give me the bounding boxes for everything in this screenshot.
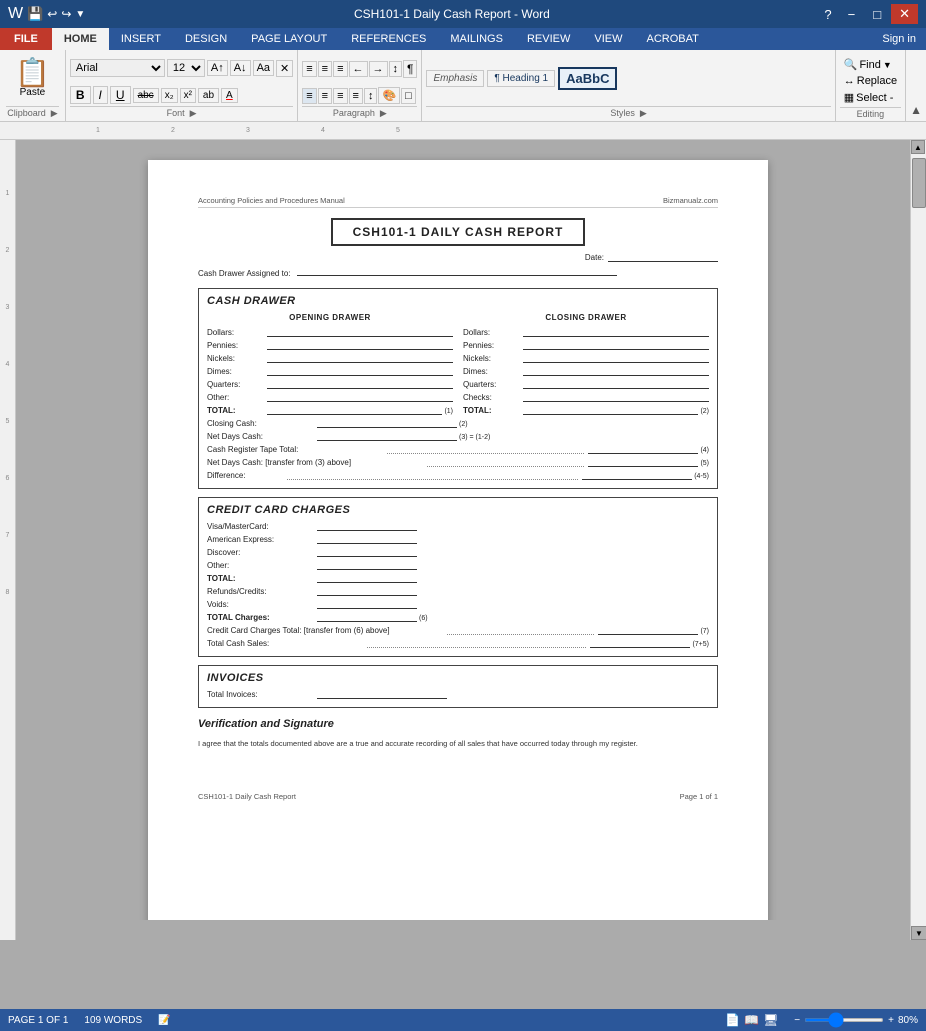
file-tab[interactable]: FILE [0, 28, 52, 50]
credit-card-section: CREDIT CARD CHARGES Visa/MasterCard: Ame… [198, 497, 718, 657]
design-tab[interactable]: DESIGN [173, 28, 239, 50]
minimize-button[interactable]: − [840, 5, 864, 24]
redo-quick[interactable]: ↪ [61, 7, 71, 21]
highlight-btn[interactable]: ab [198, 88, 219, 103]
undo-quick[interactable]: ↩ [47, 7, 57, 21]
align-right-btn[interactable]: ≡ [333, 88, 347, 104]
underline-btn[interactable]: U [110, 86, 131, 104]
zoom-controls: − + 80% [794, 1015, 918, 1026]
paste-button[interactable]: 📋 Paste [6, 55, 59, 102]
review-tab[interactable]: REVIEW [515, 28, 582, 50]
align-center-btn[interactable]: ≡ [318, 88, 332, 104]
help-button[interactable]: ? [818, 5, 837, 24]
change-case-btn[interactable]: Aa [253, 60, 274, 76]
references-tab[interactable]: REFERENCES [339, 28, 438, 50]
sort-btn[interactable]: ↕ [389, 61, 403, 77]
scroll-thumb[interactable] [912, 158, 926, 208]
find-button[interactable]: 🔍 Find ▼ [840, 57, 901, 72]
document-page: Accounting Policies and Procedures Manua… [148, 160, 768, 920]
show-hide-btn[interactable]: ¶ [403, 60, 417, 78]
font-shrink-btn[interactable]: A↓ [230, 60, 251, 76]
italic-btn[interactable]: I [93, 86, 108, 104]
zoom-in-btn[interactable]: + [888, 1015, 894, 1026]
line-spacing-btn[interactable]: ↕ [364, 88, 378, 104]
strikethrough-btn[interactable]: abc [133, 88, 159, 103]
credit-card-title: CREDIT CARD CHARGES [207, 504, 709, 516]
page-footer: CSH101-1 Daily Cash Report Page 1 of 1 [198, 792, 718, 801]
multilevel-btn[interactable]: ≡ [333, 61, 347, 77]
font-size-select[interactable]: 12 [167, 59, 205, 77]
bullets-btn[interactable]: ≡ [302, 61, 316, 77]
shading-btn[interactable]: 🎨 [378, 87, 400, 104]
vertical-scrollbar[interactable]: ▲ ▼ [910, 140, 926, 940]
numbering-btn[interactable]: ≡ [318, 61, 332, 77]
ribbon-collapse-btn[interactable]: ▲ [910, 103, 922, 117]
font-family-select[interactable]: Arial [70, 59, 165, 77]
indent-decrease-btn[interactable]: ← [349, 61, 368, 77]
date-label: Date: [585, 253, 604, 262]
search-icon: 🔍 [844, 58, 858, 71]
read-mode-btn[interactable]: 📖 [744, 1013, 759, 1027]
bold-btn[interactable]: B [70, 86, 91, 104]
style-heading2[interactable]: AaBbC [558, 67, 617, 90]
restore-button[interactable]: □ [865, 5, 889, 24]
view-controls: 📄 📖 🖥 [725, 1013, 778, 1027]
mailings-tab[interactable]: MAILINGS [438, 28, 515, 50]
zoom-level: 80% [898, 1015, 918, 1026]
invoices-title: INVOICES [207, 672, 709, 684]
track-changes-icon[interactable]: 📝 [158, 1015, 170, 1026]
invoices-section: INVOICES Total Invoices: [198, 665, 718, 708]
save-quick[interactable]: 💾 [27, 6, 43, 22]
font-grow-btn[interactable]: A↑ [207, 60, 228, 76]
subscript-btn[interactable]: x₂ [161, 88, 178, 103]
style-heading1[interactable]: ¶ Heading 1 [487, 70, 555, 87]
select-button[interactable]: ▦ Select - [840, 90, 901, 105]
page-layout-tab[interactable]: PAGE LAYOUT [239, 28, 339, 50]
close-button[interactable]: ✕ [891, 4, 918, 24]
borders-btn[interactable]: □ [401, 88, 416, 104]
cash-drawer-section: CASH DRAWER OPENING DRAWER Dollars: Penn… [198, 288, 718, 489]
style-emphasis[interactable]: Emphasis [426, 70, 484, 87]
report-title: CSH101-1 DAILY CASH REPORT [331, 218, 586, 246]
page-info: PAGE 1 OF 1 [8, 1015, 68, 1026]
web-layout-btn[interactable]: 🖥 [763, 1013, 778, 1027]
window-title: CSH101-1 Daily Cash Report - Word [85, 7, 818, 21]
align-left-btn[interactable]: ≡ [302, 88, 316, 104]
text-color-btn[interactable]: A [221, 88, 238, 103]
replace-button[interactable]: ↔ Replace [840, 74, 901, 88]
quick-more[interactable]: ▼ [75, 9, 85, 20]
status-bar: PAGE 1 OF 1 109 WORDS 📝 📄 📖 🖥 − + 80% [0, 1009, 926, 1031]
superscript-btn[interactable]: x² [180, 88, 196, 103]
select-icon: ▦ [844, 91, 854, 104]
verification-title: Verification and Signature [198, 718, 718, 730]
verification-text: I agree that the totals documented above… [198, 738, 718, 750]
home-tab[interactable]: HOME [52, 28, 109, 50]
clear-format-btn[interactable]: ✕ [276, 60, 293, 77]
view-tab[interactable]: VIEW [582, 28, 634, 50]
insert-tab[interactable]: INSERT [109, 28, 173, 50]
replace-icon: ↔ [844, 75, 855, 87]
indent-increase-btn[interactable]: → [369, 61, 388, 77]
page-header: Accounting Policies and Procedures Manua… [198, 196, 718, 208]
vertical-ruler: 12345678 [0, 140, 16, 940]
verification-section: Verification and Signature I agree that … [198, 716, 718, 752]
print-layout-btn[interactable]: 📄 [725, 1013, 740, 1027]
drawer-assigned-label: Cash Drawer Assigned to: [198, 269, 291, 278]
word-icon: W [8, 5, 23, 23]
zoom-slider[interactable] [804, 1018, 884, 1022]
zoom-out-btn[interactable]: − [794, 1015, 800, 1026]
justify-btn[interactable]: ≡ [349, 88, 363, 104]
cash-drawer-title: CASH DRAWER [207, 295, 709, 307]
sign-in-button[interactable]: Sign in [872, 28, 926, 50]
acrobat-tab[interactable]: ACROBAT [634, 28, 710, 50]
word-count: 109 WORDS [84, 1015, 142, 1026]
